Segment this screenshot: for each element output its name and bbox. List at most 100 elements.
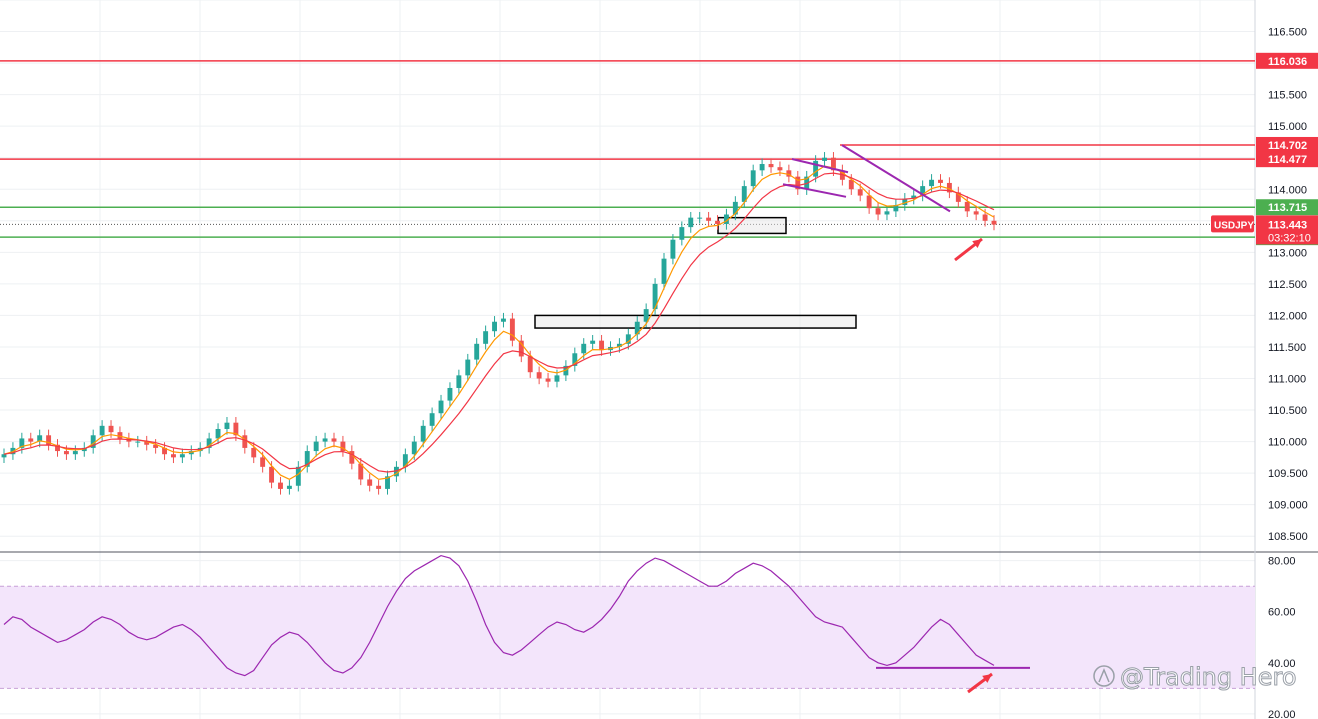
level-label: 114.477 [1268,154,1307,166]
candle [215,428,221,439]
candle [72,451,78,455]
candle [367,479,373,486]
candle [857,189,863,196]
candle [964,201,970,212]
price-tick-label: 115.500 [1268,90,1307,102]
candle [822,157,827,161]
candle [554,375,560,382]
candle [224,422,230,429]
candle [117,432,123,439]
candle [991,220,997,225]
watermark-text: @Trading Hero [1120,663,1297,691]
candle [527,356,533,373]
candle [661,258,667,284]
price-axis[interactable]: 108.500 109.000 109.500 110.000 110.500 111.0… [1268,27,1308,544]
candle [697,217,703,219]
candle [108,425,114,433]
candle [28,438,34,442]
candle [866,195,872,209]
candle [768,164,774,168]
rsi-tick-label: 80.00 [1268,556,1296,568]
price-tick-label: 110.000 [1268,437,1307,449]
price-tick-label: 112.500 [1268,279,1307,291]
candle [402,454,408,467]
candle [179,454,185,458]
price-tick-label: 112.000 [1268,310,1307,322]
level-label: 114.702 [1268,140,1307,152]
candle [982,214,988,221]
candle [581,343,587,354]
candle [706,217,712,221]
candle [536,372,542,379]
candle [1,454,7,458]
candle [411,441,417,455]
candle [590,340,596,344]
candle [278,482,283,489]
candle [438,400,444,414]
price-tick-label: 111.000 [1268,374,1306,386]
candle [135,441,141,443]
candle [465,359,471,376]
candle [875,208,881,215]
candle [688,217,694,228]
candle [884,211,890,215]
rsi-band-fill [0,586,1255,689]
candle [474,343,480,360]
candle [242,435,248,448]
price-tick-label: 109.000 [1268,500,1308,512]
candle [260,457,266,467]
price-tick-label: 109.500 [1268,468,1308,480]
level-label: 116.036 [1268,56,1307,68]
candle [973,211,979,215]
price-tick-label: 110.500 [1268,405,1307,417]
candle [483,331,489,344]
price-tick-label: 114.000 [1268,184,1307,196]
price-levels [0,60,1255,238]
level-label: 113.715 [1268,202,1307,214]
candle [447,387,453,401]
current-price-label: 113.443 [1268,219,1307,231]
candle [295,466,301,486]
candle [938,179,943,183]
candle [750,170,756,187]
countdown-label: 03:32:10 [1268,232,1311,244]
candle [171,454,176,458]
symbol-label: USDJPY [1214,220,1254,231]
price-tick-label: 113.000 [1268,247,1307,259]
candle [63,451,69,455]
candle [777,167,783,171]
candle [715,220,720,224]
candle [99,425,105,436]
candle [286,485,292,489]
candle [313,441,319,452]
rsi-band [0,585,1255,689]
rsi-tick-label: 60.00 [1268,607,1296,619]
candle [269,466,275,483]
rsi-axis[interactable]: 20.0040.0060.0080.00 [1268,556,1296,719]
candle [545,378,551,382]
candle [599,340,605,351]
trend-line [782,183,847,198]
candle [679,227,685,240]
level-labels: 116.036114.702114.477113.715113.241113.4… [1211,52,1318,246]
price-tick-label: 111.500 [1268,342,1306,354]
candle [759,164,765,171]
candle [331,438,337,442]
zone-box [534,314,857,329]
candle [929,179,935,187]
price-tick-label: 108.500 [1268,531,1308,543]
watermark: @Trading Hero [1093,663,1297,692]
price-tick-label: 116.500 [1268,27,1307,39]
candle [251,447,257,458]
candle [670,239,676,259]
price-tick-label: 115.000 [1268,121,1307,133]
rsi-tick-label: 20.00 [1268,709,1296,719]
chart-canvas[interactable]: 108.500 109.000 109.500 110.000 110.500 111.0… [0,0,1318,719]
candle [420,425,426,442]
candle [492,321,497,332]
candle [376,485,382,489]
candle [322,438,328,442]
candle [456,375,462,388]
candle [429,413,435,426]
candle [501,318,506,322]
